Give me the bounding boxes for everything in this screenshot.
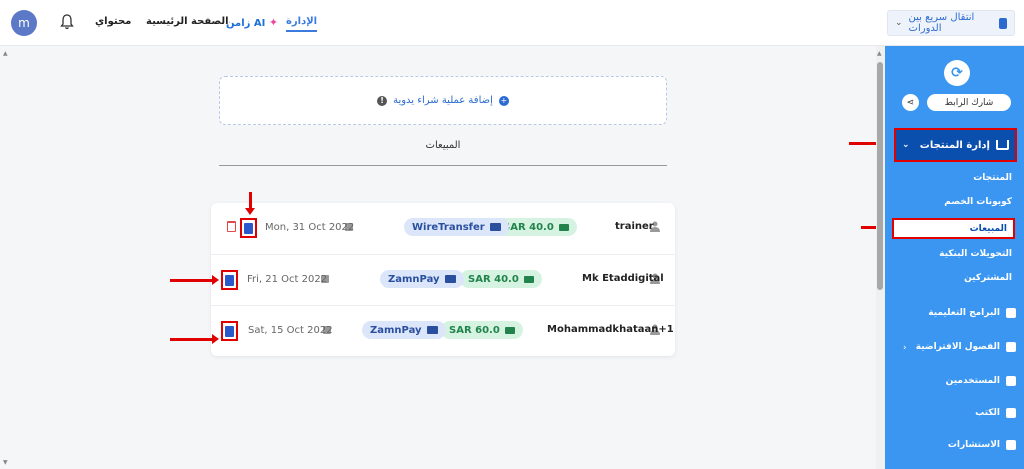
sidebar-item-users[interactable]: المستخدمين xyxy=(946,376,1016,386)
tab-sales[interactable]: المبيعات xyxy=(219,140,667,166)
sidebar-item-label: إدارة المنتجات xyxy=(919,139,990,151)
table-row: Mk Etaddigital SAR 40.0 ZamnPay Fri, 21 … xyxy=(211,254,675,304)
sidebar-sub-subscribers[interactable]: المشتركين xyxy=(964,273,1012,283)
sale-user: Mk Etaddigital xyxy=(582,273,664,284)
quick-course-switch[interactable]: ⌄ انتقال سريع بين الدورات xyxy=(887,10,1015,36)
users-icon xyxy=(1006,376,1016,386)
sale-user: trainer xyxy=(615,221,654,232)
top-bar: m محتواي الصفحة الرئيسية زامن AI ✦ الإدا… xyxy=(0,0,1024,46)
info-icon: ! xyxy=(377,95,388,106)
plus-icon: + xyxy=(498,95,509,106)
share-link-button[interactable]: شارك الرابط xyxy=(927,94,1011,111)
money-icon xyxy=(504,326,515,334)
nav-home[interactable]: الصفحة الرئيسية xyxy=(146,16,229,27)
nav-zamn-ai[interactable]: زامن AI ✦ xyxy=(226,16,278,29)
bell-icon[interactable] xyxy=(60,14,74,30)
avatar[interactable]: m xyxy=(11,10,37,36)
sidebar-item-books[interactable]: الكتب xyxy=(975,408,1016,418)
sidebar-sub-products[interactable]: المنتجات xyxy=(973,173,1012,183)
add-purchase-label: إضافة عملية شراء يدوية xyxy=(393,95,493,106)
sidebar-item-consultations[interactable]: الاستشارات xyxy=(948,440,1016,450)
scroll-up-arrow[interactable]: ▲ xyxy=(3,50,8,57)
quick-switch-label: انتقال سريع بين الدورات xyxy=(908,12,975,34)
sidebar-item-programs[interactable]: البرامج التعليمية xyxy=(928,308,1016,318)
sale-user: Mohammadkhataan+1 xyxy=(547,324,674,335)
magic-wand-icon: ✦ xyxy=(268,16,279,29)
sidebar-sub-coupons[interactable]: كوبونات الخصم xyxy=(944,197,1012,207)
chevron-down-icon: ⌄ xyxy=(895,18,903,28)
sidebar-sub-sales[interactable]: المبيعات xyxy=(892,218,1015,239)
sale-amount-badge: SAR 60.0 xyxy=(441,321,523,339)
delete-icon[interactable] xyxy=(227,221,236,232)
sidebar-item-product-management[interactable]: ⌄ إدارة المنتجات xyxy=(894,128,1017,162)
scroll-down-arrow[interactable]: ▼ xyxy=(3,459,8,466)
sale-date: Mon, 31 Oct 2022 xyxy=(265,222,355,233)
sale-date: Fri, 21 Oct 2022 xyxy=(247,274,328,285)
chevron-down-icon: ⌄ xyxy=(902,140,910,150)
money-icon xyxy=(523,275,534,283)
book-icon xyxy=(1006,408,1016,418)
chevron-right-icon[interactable]: › xyxy=(903,343,907,353)
pdf-invoice-icon[interactable] xyxy=(240,218,257,238)
nav-admin[interactable]: الإدارة xyxy=(286,16,318,32)
credit-card-icon xyxy=(444,275,456,283)
sidebar-sub-bank-transfers[interactable]: التحويلات البنكية xyxy=(939,249,1012,259)
refresh-icon[interactable]: ⟳ xyxy=(944,60,970,86)
payment-method-badge: WireTransfer xyxy=(404,218,509,236)
scroll-up-arrow[interactable]: ▲ xyxy=(877,50,882,57)
share-icon[interactable]: ⋖ xyxy=(902,94,919,111)
sale-date: Sat, 15 Oct 2022 xyxy=(248,325,333,336)
annotation-arrow xyxy=(245,192,255,215)
payment-method-badge: ZamnPay xyxy=(380,270,464,288)
credit-card-icon xyxy=(489,223,501,231)
sale-amount-badge: SAR 40.0 xyxy=(460,270,542,288)
book-icon xyxy=(998,17,1007,29)
table-row: Mohammadkhataan+1 SAR 60.0 ZamnPay Sat, … xyxy=(211,305,675,355)
payment-method-badge: ZamnPay xyxy=(362,321,446,339)
sidebar: ⟳ شارك الرابط ⋖ ⌄ إدارة المنتجات المنتجا… xyxy=(885,46,1024,469)
credit-card-icon xyxy=(426,326,438,334)
nav-my-content[interactable]: محتواي xyxy=(95,16,131,27)
cart-icon xyxy=(996,140,1009,150)
annotation-arrow xyxy=(170,334,219,344)
pdf-invoice-icon[interactable] xyxy=(221,270,238,290)
calendar-icon xyxy=(1006,440,1016,450)
table-row: trainer SAR 40.0 WireTransfer Mon, 31 Oc… xyxy=(211,203,675,253)
pdf-invoice-icon[interactable] xyxy=(221,321,238,341)
scrollbar-thumb[interactable] xyxy=(877,62,883,290)
classroom-icon xyxy=(1006,342,1016,352)
sales-list: trainer SAR 40.0 WireTransfer Mon, 31 Oc… xyxy=(211,203,675,356)
sidebar-item-virtual-classes[interactable]: الفصول الافتراضية xyxy=(916,342,1016,352)
money-icon xyxy=(558,223,569,231)
add-manual-purchase-button[interactable]: ! إضافة عملية شراء يدوية + xyxy=(219,76,667,125)
annotation-arrow xyxy=(170,275,219,285)
program-icon xyxy=(1006,308,1016,318)
